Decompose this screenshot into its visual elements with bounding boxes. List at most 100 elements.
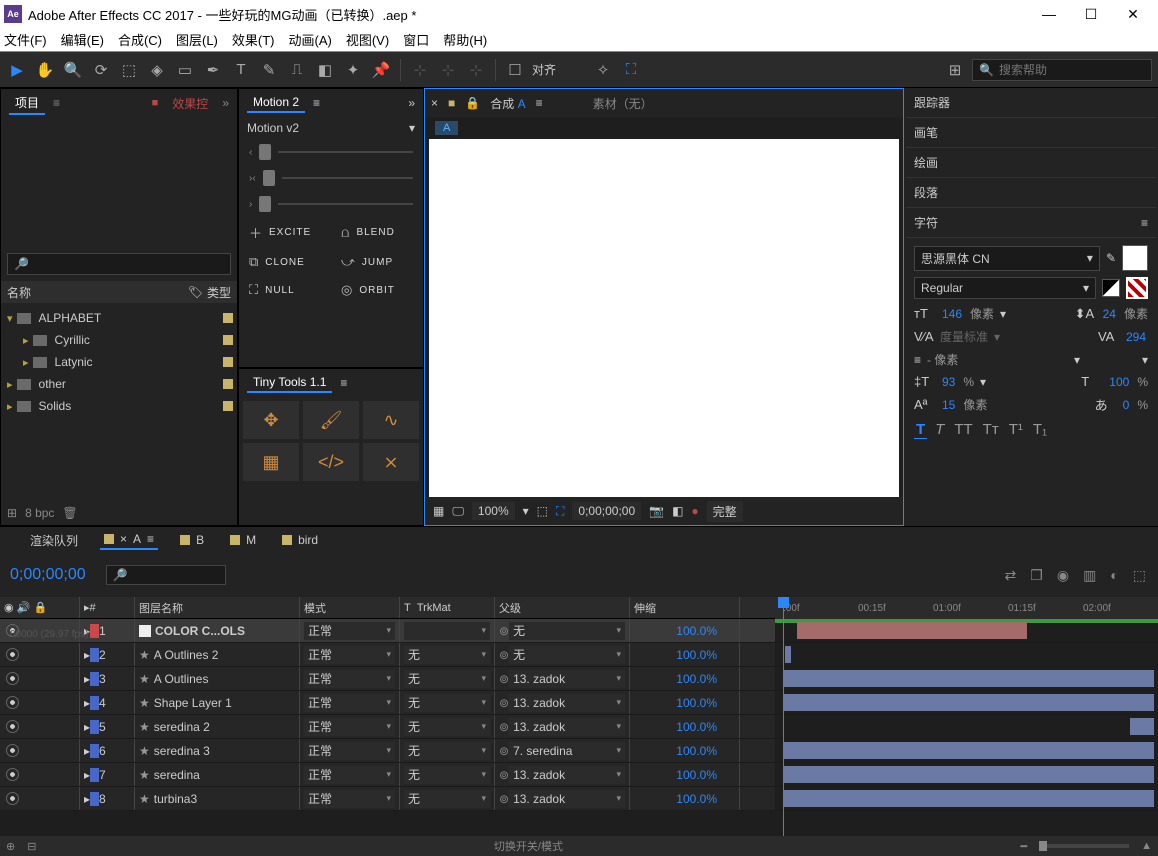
time-ruler[interactable]: :00f00:15f01:00f01:15f02:00f bbox=[775, 597, 1158, 619]
jump-button[interactable]: ⤻JUMP bbox=[331, 248, 423, 276]
timecode-value[interactable]: 0;00;00;00 bbox=[572, 502, 641, 520]
help-search-input[interactable] bbox=[999, 63, 1145, 77]
frameblend-icon[interactable]: ▥ bbox=[1083, 567, 1096, 584]
layer-row[interactable]: ▸ 5 ★seredina 2 正常▾ 无▾ ⊚ 13. zadok▾ 100.… bbox=[0, 715, 775, 739]
blend-button[interactable]: ⩍BLEND bbox=[331, 217, 423, 248]
project-tree[interactable]: ▾ALPHABET▸Cyrillic▸Latynic▸other▸Solids bbox=[1, 303, 237, 501]
tab-tinytools[interactable]: Tiny Tools 1.1 bbox=[247, 373, 332, 393]
font-weight-select[interactable]: Regular▾ bbox=[914, 277, 1096, 299]
track-row[interactable] bbox=[775, 667, 1158, 691]
stroke-pos-icon[interactable]: ≡ bbox=[914, 353, 921, 367]
tree-item[interactable]: ▾ALPHABET bbox=[1, 307, 237, 329]
slider-3[interactable]: › bbox=[239, 191, 423, 217]
timeline-tab[interactable]: bird bbox=[278, 531, 322, 549]
menu-动画(A)[interactable]: 动画(A) bbox=[289, 30, 332, 49]
roi-icon[interactable]: ⛶ bbox=[556, 504, 564, 519]
anchor-tool-icon[interactable]: ◈ bbox=[146, 59, 168, 81]
track-row[interactable] bbox=[775, 763, 1158, 787]
tag-icon[interactable]: 🏷 bbox=[188, 285, 203, 299]
tiny-link-icon[interactable]: ∿ bbox=[363, 401, 419, 439]
timeline-tab[interactable]: × A ≡ bbox=[100, 530, 158, 550]
minimize-button[interactable]: — bbox=[1028, 6, 1070, 22]
expand-icon[interactable]: » bbox=[222, 96, 229, 110]
3d-icon[interactable]: ❒ bbox=[1030, 567, 1043, 584]
camera-tool-icon[interactable]: ⬚ bbox=[118, 59, 140, 81]
chevron-down-icon[interactable]: ▾ bbox=[409, 121, 415, 135]
baseline-value[interactable]: 15 bbox=[940, 398, 957, 412]
zoom-out-icon[interactable]: ━ bbox=[1020, 840, 1027, 853]
timeline-tab[interactable]: B bbox=[176, 531, 208, 549]
layer-row[interactable]: ▸ 6 ★seredina 3 正常▾ 无▾ ⊚ 7. seredina▾ 10… bbox=[0, 739, 775, 763]
eyedrop-icon[interactable]: ✎ bbox=[1106, 251, 1116, 265]
wand-icon[interactable]: ✧ bbox=[592, 59, 614, 81]
rotate-tool-icon[interactable]: ⟳ bbox=[90, 59, 112, 81]
leading-value[interactable]: 24 bbox=[1101, 307, 1118, 321]
roto-tool-icon[interactable]: ✦ bbox=[342, 59, 364, 81]
snap-checkbox-icon[interactable]: ☐ bbox=[504, 59, 526, 81]
menu-效果(T)[interactable]: 效果(T) bbox=[232, 30, 275, 49]
orbit-button[interactable]: ◎ORBIT bbox=[331, 276, 423, 304]
hamburger-icon[interactable]: ≡ bbox=[313, 96, 320, 110]
smallcaps-button[interactable]: Tᴛ bbox=[981, 421, 1001, 439]
panel-character[interactable]: 字符≡ bbox=[906, 208, 1156, 238]
timeline-tracks[interactable]: :00f00:15f01:00f01:15f02:00f bbox=[775, 597, 1158, 836]
tracking-value[interactable]: 294 bbox=[1124, 330, 1148, 344]
toggle-switches-button[interactable]: 切换开关/模式 bbox=[494, 838, 563, 854]
menu-文件(F)[interactable]: 文件(F) bbox=[4, 30, 47, 49]
font-family-select[interactable]: 思源黑体 CN▾ bbox=[914, 246, 1100, 271]
help-search[interactable]: 🔍 bbox=[972, 59, 1152, 81]
panel-brush[interactable]: 画笔 bbox=[906, 118, 1156, 148]
pin-tool-icon[interactable]: 📌 bbox=[370, 59, 392, 81]
slider-2[interactable]: ›‹ bbox=[239, 165, 423, 191]
axis-view-icon[interactable]: ⊹ bbox=[465, 59, 487, 81]
close-tab-icon[interactable]: × bbox=[431, 96, 438, 110]
tab-project[interactable]: 项目 bbox=[9, 92, 45, 115]
track-row[interactable] bbox=[775, 715, 1158, 739]
breadcrumb-item[interactable]: A bbox=[435, 121, 458, 135]
axis-local-icon[interactable]: ⊹ bbox=[409, 59, 431, 81]
hand-tool-icon[interactable]: ✋ bbox=[34, 59, 56, 81]
stamp-tool-icon[interactable]: ⎍ bbox=[286, 59, 308, 81]
panel-paragraph[interactable]: 段落 bbox=[906, 178, 1156, 208]
menu-合成(C)[interactable]: 合成(C) bbox=[118, 30, 162, 49]
blur-icon[interactable]: ◉ bbox=[1057, 567, 1069, 584]
zoom-in-icon[interactable]: ▲ bbox=[1141, 840, 1152, 852]
toggle-shy-icon[interactable]: ⊕ bbox=[6, 840, 15, 853]
zoom-tool-icon[interactable]: 🔍 bbox=[62, 59, 84, 81]
lock-col-icon[interactable]: 🔒 bbox=[33, 601, 47, 614]
crop-icon[interactable]: ⬚ bbox=[537, 504, 548, 518]
rect-tool-icon[interactable]: ▭ bbox=[174, 59, 196, 81]
crop-icon[interactable]: ⛶ bbox=[620, 59, 642, 81]
tiny-eyedrop-icon[interactable]: ✥ bbox=[243, 401, 299, 439]
hamburger-icon[interactable]: ≡ bbox=[536, 96, 543, 110]
zoom-value[interactable]: 100% bbox=[472, 502, 515, 520]
snapshot-icon[interactable]: 📷 bbox=[649, 504, 664, 518]
allcaps-button[interactable]: TT bbox=[952, 421, 974, 439]
tiny-brush-icon[interactable]: 🖌 bbox=[303, 401, 359, 439]
selection-tool-icon[interactable]: ▶ bbox=[6, 59, 28, 81]
toggle-zoom-icon[interactable]: ⊟ bbox=[27, 840, 36, 853]
track-row[interactable] bbox=[775, 691, 1158, 715]
channel-icon[interactable]: ◧ bbox=[672, 504, 683, 518]
tree-item[interactable]: ▸other bbox=[1, 373, 237, 395]
menu-编辑(E)[interactable]: 编辑(E) bbox=[61, 30, 104, 49]
trash-icon[interactable]: 🗑 bbox=[62, 506, 77, 520]
eraser-tool-icon[interactable]: ◧ bbox=[314, 59, 336, 81]
tiny-code-icon[interactable]: </> bbox=[303, 443, 359, 481]
excite-button[interactable]: ＋EXCITE bbox=[239, 217, 331, 248]
grid-icon[interactable]: ▦ bbox=[433, 504, 444, 518]
panel-tracker[interactable]: 跟踪器 bbox=[906, 88, 1156, 118]
motionblur-icon[interactable]: ◐ bbox=[1110, 567, 1118, 584]
tree-item[interactable]: ▸Latynic bbox=[1, 351, 237, 373]
eye-col-icon[interactable]: ◉ bbox=[4, 601, 14, 614]
material-tab[interactable]: 素材（无） bbox=[593, 95, 653, 112]
tsume-value[interactable]: 0 bbox=[1121, 398, 1132, 412]
track-row[interactable] bbox=[775, 787, 1158, 811]
axis-world-icon[interactable]: ⊹ bbox=[437, 59, 459, 81]
tiny-rect-icon[interactable]: ▦ bbox=[243, 443, 299, 481]
layer-row[interactable]: ▸ 8 ★turbina3 正常▾ 无▾ ⊚ 13. zadok▾ 100.0% bbox=[0, 787, 775, 811]
monitor-icon[interactable]: 🖵 bbox=[452, 504, 464, 519]
layer-row[interactable]: ▸ 3 ★A Outlines 正常▾ 无▾ ⊚ 13. zadok▾ 100.… bbox=[0, 667, 775, 691]
bold-button[interactable]: T bbox=[914, 421, 927, 439]
panel-paint[interactable]: 绘画 bbox=[906, 148, 1156, 178]
